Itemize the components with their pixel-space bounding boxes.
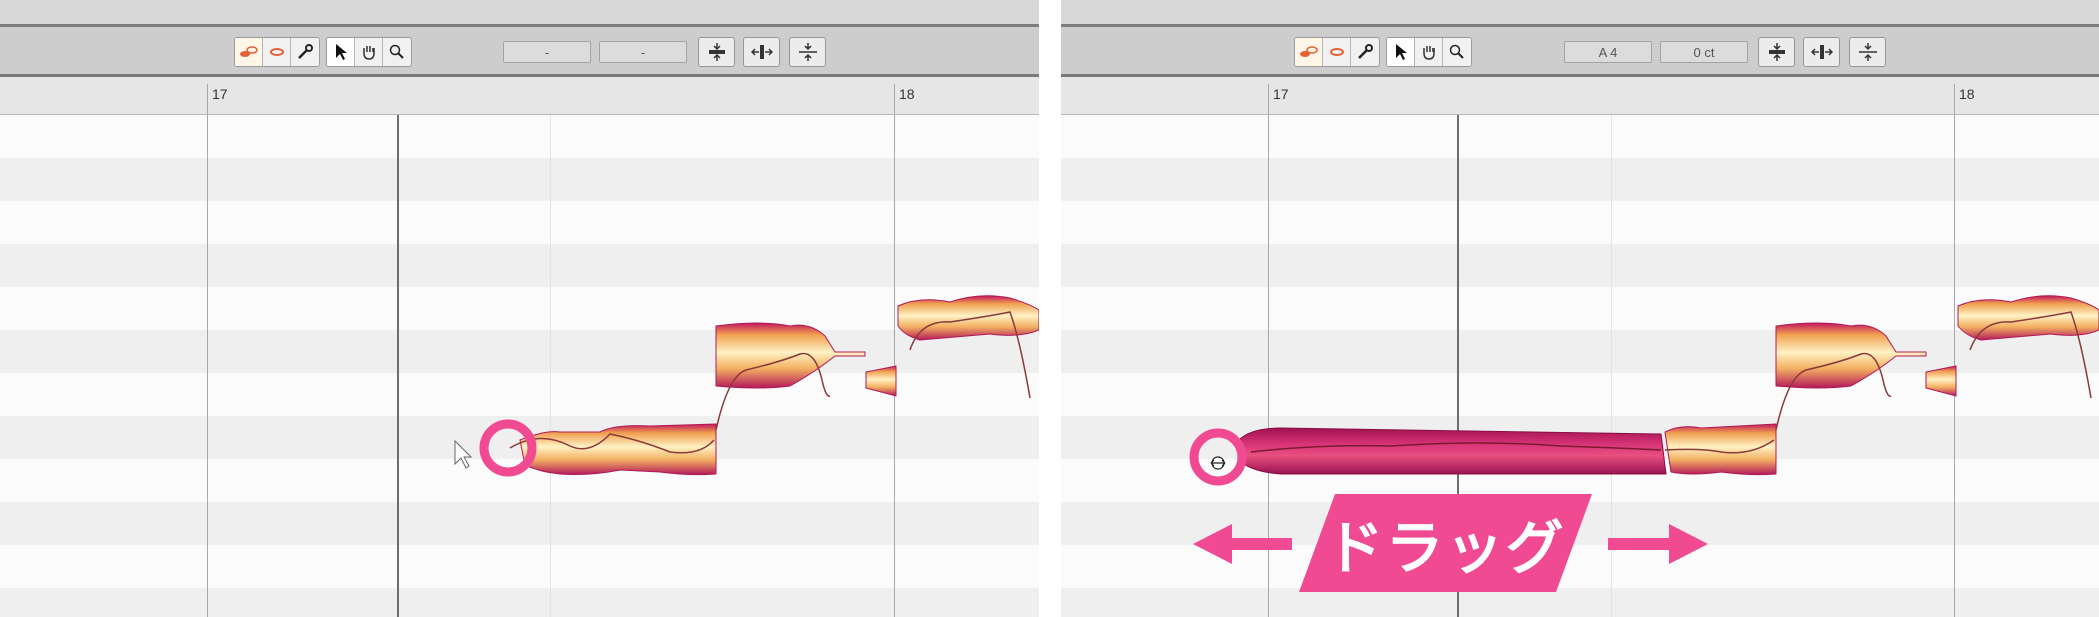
left-arrow-icon: [1193, 524, 1292, 564]
right-arrow-icon: [1608, 524, 1708, 564]
drag-label: ドラッグ: [1325, 515, 1566, 581]
drag-annotation: [1193, 494, 1708, 592]
